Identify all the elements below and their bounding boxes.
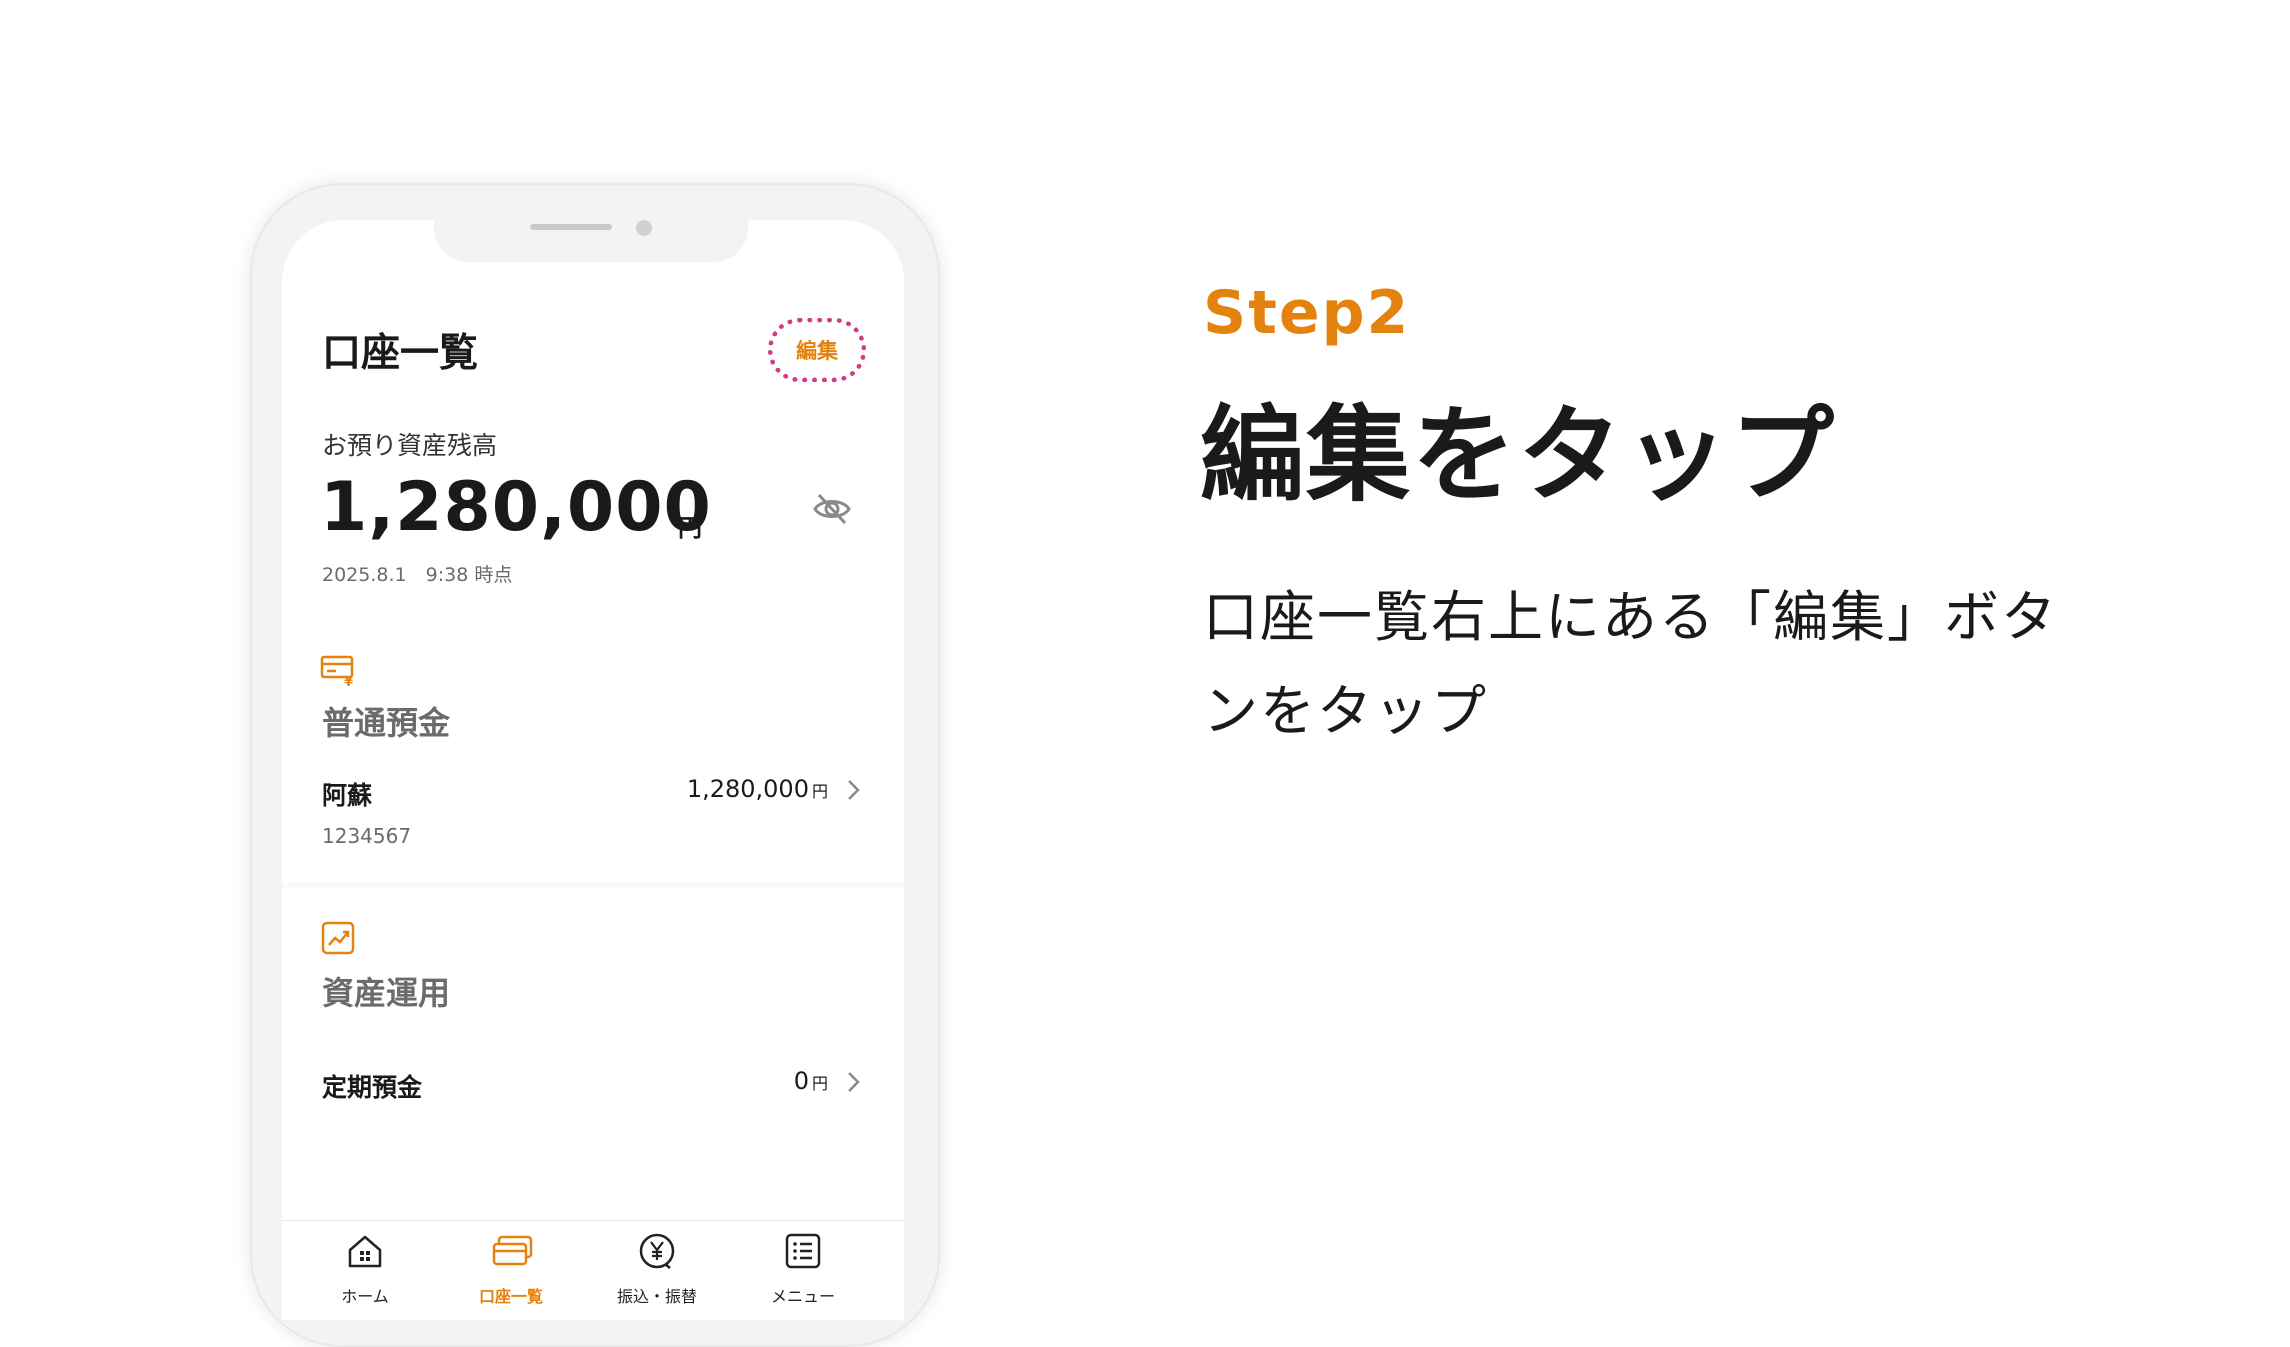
bank-card-yen-icon: ¥ xyxy=(320,654,358,692)
step-title: 編集をタップ xyxy=(1200,394,1837,516)
yen-transfer-icon xyxy=(639,1233,675,1269)
list-menu-icon xyxy=(785,1233,821,1269)
balance-unit: 円 xyxy=(678,514,702,542)
fixed-deposit-name[interactable]: 定期預金 xyxy=(322,1068,422,1104)
balance-amount: 1,280,000 xyxy=(320,468,712,547)
phone-screen: 口座一覧 編集 お預り資産残高 1,280,000 円 2025.8.1 9:3… xyxy=(282,220,904,1320)
section-title-investment: 資産運用 xyxy=(322,974,451,1012)
step-description: 口座一覧右上にある「編集」ボタンをタップ xyxy=(1203,585,2059,743)
account-number: 1234567 xyxy=(322,824,412,848)
chevron-right-icon[interactable] xyxy=(840,777,866,803)
phone-speaker xyxy=(530,224,612,230)
page-title: 口座一覧 xyxy=(322,331,479,376)
eye-off-icon[interactable] xyxy=(812,492,852,530)
fixed-deposit-amount[interactable]: 0円 xyxy=(794,1067,828,1095)
chart-up-icon xyxy=(320,920,356,960)
section-title-savings: 普通預金 xyxy=(322,704,451,742)
bottom-tab-bar: ホーム 口座一覧 振込・振替 メニュー xyxy=(282,1220,904,1320)
cards-icon xyxy=(492,1235,533,1266)
section-divider xyxy=(282,882,904,888)
account-name[interactable]: 阿蘇 xyxy=(322,776,372,812)
edit-button[interactable]: 編集 xyxy=(768,318,866,382)
home-icon xyxy=(348,1235,382,1268)
balance-timestamp: 2025.8.1 9:38 時点 xyxy=(322,564,513,586)
step-label: Step2 xyxy=(1203,278,1411,348)
svg-text:¥: ¥ xyxy=(344,675,353,688)
tab-home[interactable]: ホーム xyxy=(292,1221,438,1320)
phone-camera xyxy=(636,220,652,236)
account-amount[interactable]: 1,280,000 円 xyxy=(687,775,828,803)
tab-transfer[interactable]: 振込・振替 xyxy=(584,1221,730,1320)
chevron-right-icon[interactable] xyxy=(840,1069,866,1095)
tab-menu[interactable]: メニュー xyxy=(730,1221,876,1320)
tab-accounts[interactable]: 口座一覧 xyxy=(438,1221,584,1320)
balance-label: お預り資産残高 xyxy=(322,431,498,460)
